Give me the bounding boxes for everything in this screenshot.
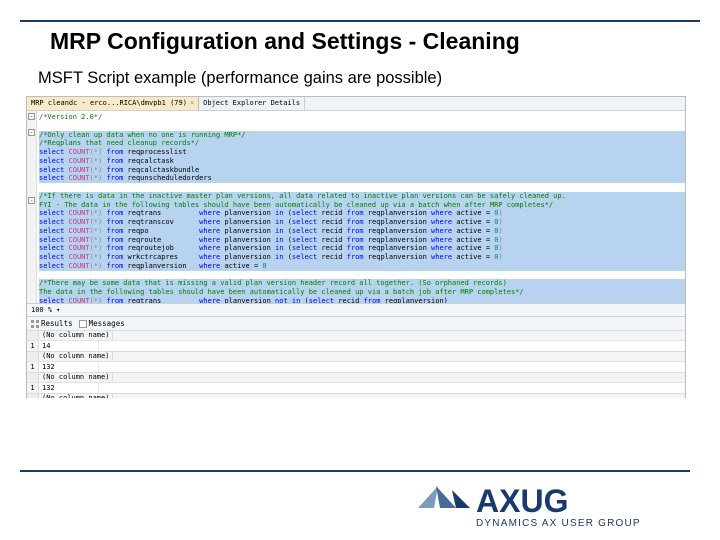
code-area[interactable]: - - - /*Version 2.0*/ /*Only clean up da… (27, 111, 685, 303)
logo-brand: AXUG (476, 483, 568, 519)
editor-tabbar: MRP cleandc - erco...RICA\dmvpb1 (79) × … (27, 97, 685, 111)
tab-label: MRP cleandc - erco...RICA\dmvpb1 (79) (31, 99, 187, 108)
result-set: (No column name)114 (27, 330, 685, 351)
tab-results[interactable]: Results (31, 319, 73, 328)
result-cell[interactable]: 132 (39, 383, 99, 393)
column-header[interactable]: (No column name) (39, 373, 113, 382)
footer-rule (20, 470, 690, 472)
result-cell[interactable]: 14 (39, 341, 99, 351)
sql-code[interactable]: /*Version 2.0*/ /*Only clean up data whe… (37, 111, 685, 303)
slide-subtitle: MSFT Script example (performance gains a… (30, 63, 690, 96)
tab-label: Object Explorer Details (203, 99, 300, 108)
ssms-editor: MRP cleandc - erco...RICA\dmvpb1 (79) × … (26, 96, 686, 398)
grid-icon (31, 320, 39, 328)
row-number: 1 (27, 341, 39, 351)
tab-label: Messages (89, 319, 125, 328)
result-set: (No column name)1132 (27, 372, 685, 393)
messages-icon (79, 320, 87, 328)
slide-title: MRP Configuration and Settings - Cleanin… (30, 26, 690, 63)
title-rule (20, 20, 700, 22)
tab-active-query[interactable]: MRP cleandc - erco...RICA\dmvpb1 (79) × (27, 97, 199, 110)
result-set: (No column name)121 (27, 393, 685, 398)
close-icon[interactable]: × (190, 99, 194, 108)
row-number: 1 (27, 362, 39, 372)
axug-logo: AXUG DYNAMICS AX USER GROUP (412, 478, 692, 534)
result-cell[interactable]: 132 (39, 362, 99, 372)
column-header[interactable]: (No column name) (39, 331, 113, 340)
zoom-level[interactable]: 100 % (31, 306, 52, 315)
result-set: (No column name)1132 (27, 351, 685, 372)
dropdown-icon[interactable]: ▾ (56, 306, 60, 315)
fold-gutter: - - - (27, 111, 37, 303)
logo-tagline: DYNAMICS AX USER GROUP (476, 518, 641, 529)
results-grid[interactable]: (No column name)114(No column name)1132(… (27, 330, 685, 398)
fold-toggle[interactable]: - (28, 197, 35, 204)
column-header[interactable]: (No column name) (39, 352, 113, 361)
tab-object-explorer-details[interactable]: Object Explorer Details (199, 97, 305, 110)
slide: MRP Configuration and Settings - Cleanin… (0, 0, 720, 540)
tab-label: Results (41, 319, 73, 328)
results-tabbar: Results Messages (27, 316, 685, 330)
tab-messages[interactable]: Messages (79, 319, 125, 328)
column-header[interactable]: (No column name) (39, 394, 113, 398)
fold-toggle[interactable]: - (28, 113, 35, 120)
zoom-bar: 100 % ▾ (27, 303, 685, 316)
fold-toggle[interactable]: - (28, 129, 35, 136)
row-number: 1 (27, 383, 39, 393)
